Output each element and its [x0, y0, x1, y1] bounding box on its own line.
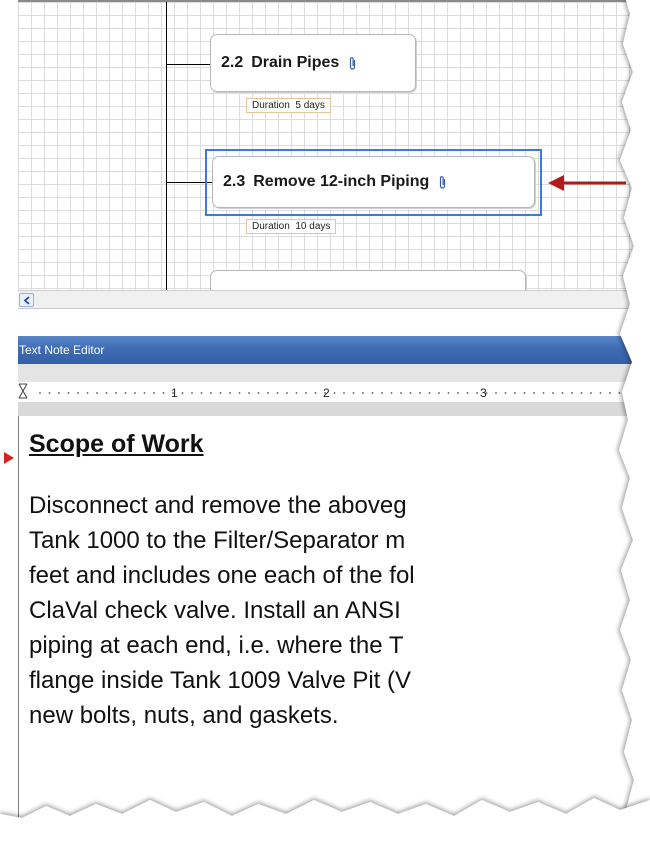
ruler-tick	[542, 392, 545, 394]
note-line: ClaVal check valve. Install an ANSI	[29, 597, 401, 624]
ruler-tick	[419, 392, 421, 394]
diagram-connector-vertical	[166, 2, 167, 292]
ruler-tick	[267, 392, 269, 394]
duration-value: 5 days	[295, 100, 325, 111]
ruler-number: 1	[171, 386, 178, 400]
duration-value: 10 days	[295, 221, 331, 232]
scroll-left-button[interactable]	[19, 293, 34, 307]
ruler-tick	[504, 392, 507, 394]
ruler-tick	[362, 392, 364, 394]
ruler-tick	[343, 392, 345, 394]
ruler-tick	[134, 392, 136, 394]
task-number: 2.3	[223, 173, 246, 190]
diagram-canvas[interactable]: 2.2 Drain Pipes Duration 5 days 2.3 Remo…	[18, 0, 640, 310]
task-name: Remove 12-inch Piping	[253, 173, 430, 190]
ruler-tick	[466, 392, 469, 394]
ruler-tick	[381, 392, 383, 394]
ruler-tick	[295, 392, 298, 394]
ruler-tick	[219, 392, 222, 394]
ruler-tick	[48, 392, 51, 394]
red-arrow-icon	[4, 452, 14, 464]
ruler-tick	[552, 392, 554, 394]
note-body[interactable]: Disconnect and remove the aboveg Tank 10…	[29, 488, 650, 733]
ruler-tick	[447, 392, 450, 394]
ruler-tick	[580, 392, 583, 394]
ruler-tick	[495, 392, 497, 394]
paperclip-icon[interactable]	[348, 56, 357, 71]
ruler-tick	[67, 392, 70, 394]
ruler-tick	[181, 392, 184, 394]
note-heading: Scope of Work	[29, 430, 204, 458]
note-line: Tank 1000 to the Filter/Separator m	[29, 527, 406, 554]
ruler-tick	[438, 392, 440, 394]
ruler-tick	[248, 392, 250, 394]
ruler-tick	[333, 392, 336, 394]
paperclip-icon[interactable]	[438, 175, 447, 190]
ruler-tick	[514, 392, 516, 394]
ruler-tick	[153, 392, 155, 394]
ruler-tick	[476, 392, 478, 394]
editor-title-bar: Text Note Editor	[18, 336, 640, 364]
ruler-tick	[314, 392, 317, 394]
task-node-2-3[interactable]: 2.3 Remove 12-inch Piping	[212, 156, 535, 208]
ruler-tick	[257, 392, 260, 394]
ruler-tick	[96, 392, 98, 394]
torn-edge-decoration	[0, 798, 650, 842]
note-line: flange inside Tank 1009 Valve Pit (V	[29, 667, 412, 694]
ruler-tick	[115, 392, 117, 394]
ruler-number: 3	[480, 386, 487, 400]
screenshot: 2.2 Drain Pipes Duration 5 days 2.3 Remo…	[0, 0, 650, 842]
ruler-tick	[561, 392, 564, 394]
ruler-tick	[86, 392, 89, 394]
task-duration: Duration 5 days	[246, 98, 331, 113]
ruler-tick	[305, 392, 307, 394]
ruler: 1 2 3	[18, 382, 640, 403]
ruler-tick	[276, 392, 279, 394]
editor-toolbar	[18, 364, 640, 383]
note-line: new bolts, nuts, and gaskets.	[29, 702, 339, 729]
duration-label: Duration	[252, 221, 290, 232]
ruler-tick	[200, 392, 203, 394]
ruler-tick	[77, 392, 79, 394]
duration-label: Duration	[252, 100, 290, 111]
ruler-tick	[400, 392, 402, 394]
note-line: feet and includes one each of the fol	[29, 562, 415, 589]
task-duration: Duration 10 days	[246, 219, 337, 234]
ruler-tick	[229, 392, 231, 394]
editor-title: Text Note Editor	[19, 343, 105, 357]
task-number: 2.2	[221, 54, 244, 71]
ruler-tick	[39, 392, 41, 394]
ruler-tick	[105, 392, 108, 394]
ruler-number: 2	[323, 386, 330, 400]
chevron-left-icon	[23, 296, 30, 305]
ruler-tick	[210, 392, 212, 394]
ruler-tick	[533, 392, 535, 394]
ruler-tick	[143, 392, 146, 394]
task-node-2-2[interactable]: 2.2 Drain Pipes	[210, 34, 416, 92]
horizontal-scrollbar[interactable]	[18, 290, 640, 309]
task-name: Drain Pipes	[251, 54, 340, 71]
note-line: Disconnect and remove the aboveg	[29, 492, 407, 519]
ruler-tick	[571, 392, 573, 394]
ruler-tick	[409, 392, 412, 394]
note-line: piping at each end, i.e. where the T	[29, 632, 404, 659]
torn-edge-decoration	[619, 0, 650, 842]
ruler-tick	[457, 392, 459, 394]
ruler-tick	[371, 392, 374, 394]
ruler-band	[18, 402, 640, 416]
panel-divider	[18, 308, 640, 337]
ruler-tick	[191, 392, 193, 394]
ruler-tick	[58, 392, 60, 394]
ruler-tick	[238, 392, 241, 394]
ruler-tick	[162, 392, 165, 394]
ruler-tick	[352, 392, 355, 394]
ruler-tick	[390, 392, 393, 394]
ruler-tick	[124, 392, 127, 394]
ruler-tick	[523, 392, 526, 394]
ruler-tick	[286, 392, 288, 394]
ruler-tick	[590, 392, 592, 394]
ruler-tick	[428, 392, 431, 394]
